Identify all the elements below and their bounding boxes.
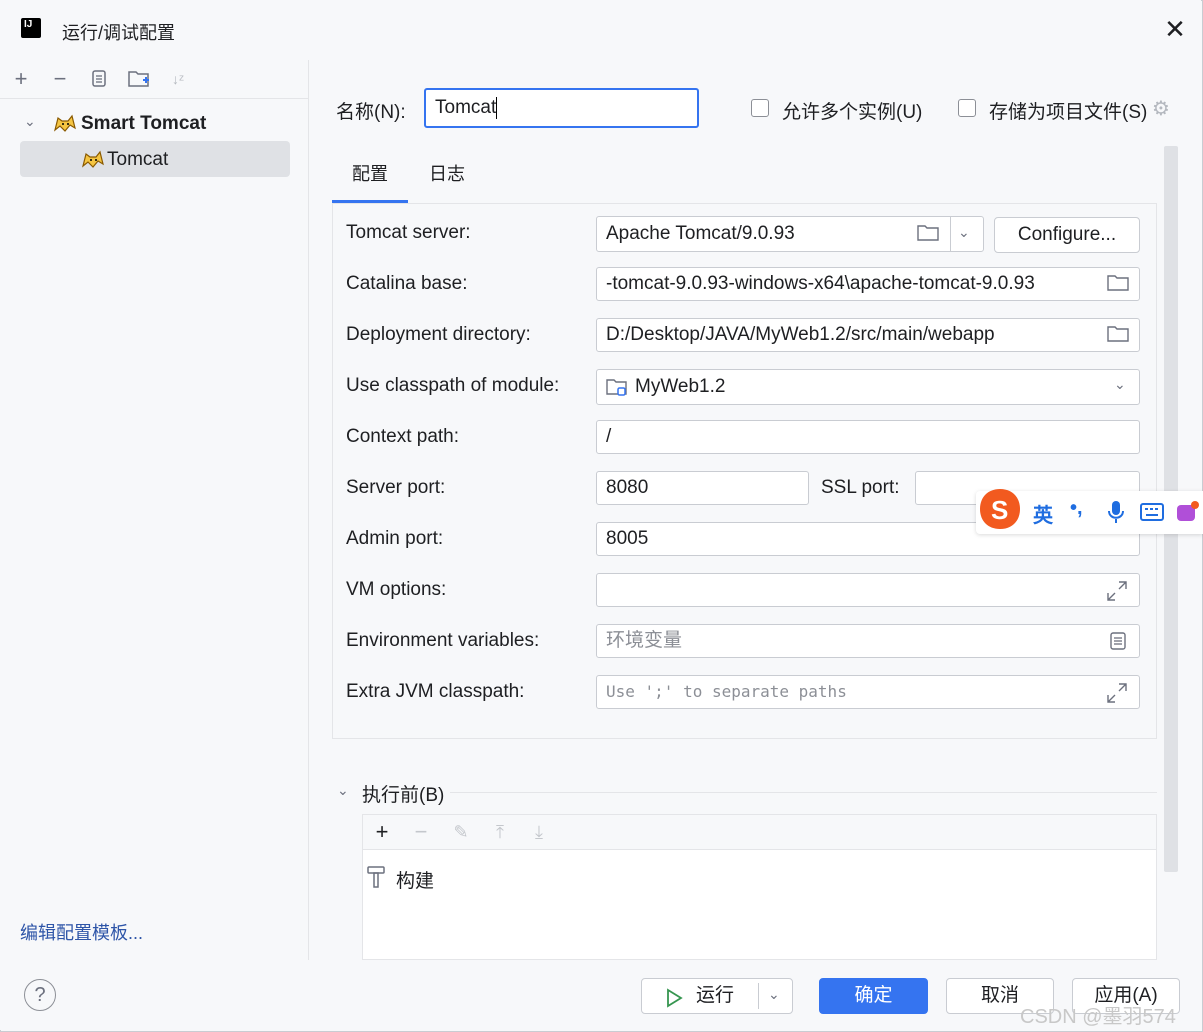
- catalina-base-label: Catalina base:: [346, 273, 468, 294]
- classpath-module-label: Use classpath of module:: [346, 375, 560, 396]
- vm-options-label: VM options:: [346, 579, 447, 600]
- tomcat-server-label: Tomcat server:: [346, 222, 471, 243]
- expand-icon[interactable]: [1106, 682, 1128, 704]
- divider: [950, 217, 951, 251]
- sort-icon[interactable]: ↓ᶻ: [167, 68, 189, 90]
- extra-jvm-field[interactable]: Use ';' to separate paths: [596, 675, 1140, 709]
- chevron-down-icon[interactable]: ⌄: [1114, 376, 1126, 393]
- play-icon: [664, 986, 684, 1020]
- plus-icon[interactable]: +: [371, 821, 393, 843]
- ok-button[interactable]: 确定: [819, 978, 928, 1014]
- catalina-base-field[interactable]: -tomcat-9.0.93-windows-x64\apache-tomcat…: [596, 267, 1140, 301]
- build-item-label[interactable]: 构建: [396, 866, 434, 893]
- context-path-label: Context path:: [346, 426, 460, 447]
- allow-multiple-label: 允许多个实例(U): [782, 102, 923, 123]
- ssl-port-label: SSL port:: [821, 477, 900, 498]
- folder-icon[interactable]: [1107, 273, 1129, 295]
- move-up-icon[interactable]: ⤒: [489, 821, 511, 843]
- build-hammer-icon: [366, 865, 388, 894]
- svg-text:S: S: [991, 495, 1008, 525]
- tab-config[interactable]: 配置: [352, 160, 388, 186]
- title-bar: IJ 运行/调试配置 ✕: [0, 0, 1201, 60]
- divider: [758, 983, 759, 1009]
- edit-icon[interactable]: ✎: [450, 821, 472, 843]
- configure-button[interactable]: Configure...: [994, 217, 1140, 253]
- name-label: 名称(N):: [336, 102, 406, 123]
- list-icon[interactable]: [1107, 631, 1129, 653]
- microphone-icon[interactable]: [1107, 500, 1125, 529]
- chevron-down-icon[interactable]: ⌄: [768, 977, 780, 1011]
- env-vars-label: Environment variables:: [346, 630, 540, 651]
- minus-icon[interactable]: −: [410, 821, 432, 843]
- before-launch-toolbar: [362, 814, 1157, 850]
- run-button[interactable]: 运行 ⌄: [641, 978, 793, 1014]
- gear-icon[interactable]: ⚙: [1152, 96, 1170, 121]
- folder-icon[interactable]: [917, 223, 939, 245]
- chevron-down-icon[interactable]: ⌄: [958, 224, 970, 241]
- before-launch-label[interactable]: 执行前(B): [362, 780, 444, 807]
- edit-templates-link[interactable]: 编辑配置模板...: [20, 919, 143, 945]
- server-port-field[interactable]: 8080: [596, 471, 809, 505]
- name-input[interactable]: Tomcat: [424, 88, 699, 128]
- sogou-logo-icon[interactable]: S: [978, 487, 1022, 531]
- copy-icon[interactable]: [88, 68, 110, 90]
- watermark: CSDN @墨羽574: [1020, 1006, 1176, 1028]
- tomcat-icon: [80, 148, 106, 175]
- close-icon[interactable]: ✕: [1163, 16, 1187, 42]
- context-path-field[interactable]: /: [596, 420, 1140, 454]
- divider: [450, 792, 1157, 793]
- plus-icon[interactable]: +: [10, 68, 32, 90]
- keyboard-icon[interactable]: [1140, 502, 1164, 527]
- folder-icon[interactable]: [1107, 324, 1129, 346]
- intellij-icon: IJ: [19, 16, 43, 40]
- tomcat-icon: [52, 112, 78, 139]
- help-icon[interactable]: ?: [24, 979, 56, 1011]
- run-button-label: 运行: [696, 985, 735, 1006]
- ime-lang-label[interactable]: 英: [1033, 499, 1053, 528]
- ime-toolbar: S 英 •,: [976, 489, 1203, 534]
- new-folder-icon[interactable]: [127, 68, 149, 90]
- chevron-down-icon[interactable]: ⌄: [337, 782, 349, 799]
- tree-item-tomcat-label[interactable]: Tomcat: [107, 143, 168, 177]
- admin-port-label: Admin port:: [346, 528, 444, 549]
- env-vars-field[interactable]: 环境变量: [596, 624, 1140, 658]
- window-title: 运行/调试配置: [62, 23, 176, 43]
- left-panel: [0, 60, 309, 960]
- deployment-dir-field[interactable]: D:/Desktop/JAVA/MyWeb1.2/src/main/webapp: [596, 318, 1140, 352]
- minus-icon[interactable]: −: [49, 68, 71, 90]
- module-folder-icon: [606, 377, 628, 402]
- tab-log[interactable]: 日志: [429, 160, 465, 186]
- expand-icon[interactable]: [1106, 580, 1128, 602]
- divider: [0, 98, 308, 99]
- server-port-label: Server port:: [346, 477, 446, 498]
- move-down-icon[interactable]: ⤓: [528, 821, 550, 843]
- skin-icon[interactable]: [1175, 501, 1199, 530]
- tree-group-smart-tomcat[interactable]: Smart Tomcat: [81, 107, 206, 141]
- chevron-down-icon[interactable]: ⌄: [24, 113, 36, 130]
- deployment-dir-label: Deployment directory:: [346, 324, 531, 345]
- allow-multiple-checkbox[interactable]: [751, 99, 769, 117]
- store-as-project-checkbox[interactable]: [958, 99, 976, 117]
- classpath-module-select[interactable]: MyWeb1.2: [596, 369, 1140, 405]
- extra-jvm-label: Extra JVM classpath:: [346, 681, 525, 702]
- store-as-project-label: 存储为项目文件(S): [989, 102, 1148, 123]
- vm-options-field[interactable]: [596, 573, 1140, 607]
- ime-punct-label[interactable]: •,: [1070, 497, 1083, 520]
